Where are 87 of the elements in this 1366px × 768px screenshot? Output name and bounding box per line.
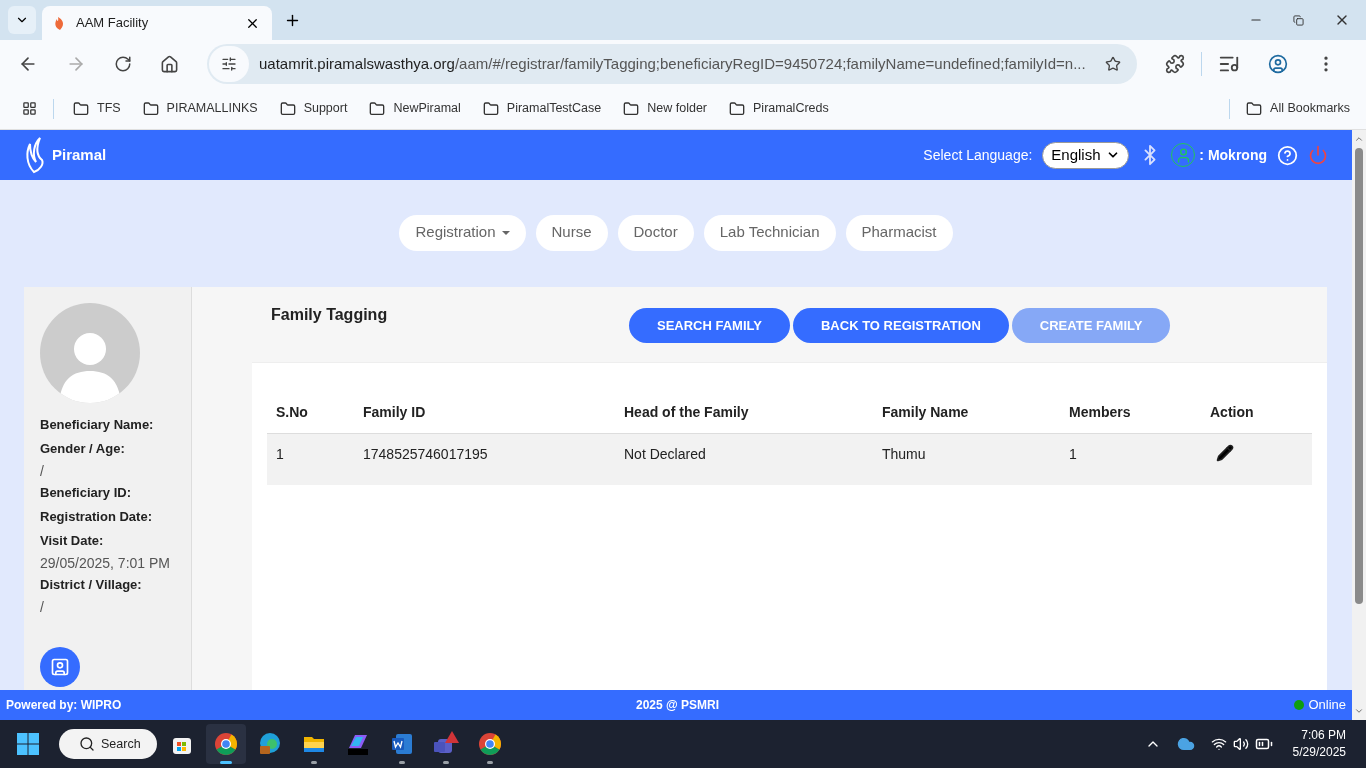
cloud-icon[interactable] [1176, 735, 1195, 753]
volume-icon[interactable] [1232, 736, 1249, 752]
sliders-icon [221, 56, 237, 72]
role-tab[interactable]: Registration [399, 214, 526, 251]
tab-title: AAM Facility [76, 14, 150, 33]
search-icon [79, 736, 95, 752]
field-label: Gender / Age: [40, 440, 126, 458]
extensions-icon[interactable] [1165, 54, 1185, 74]
word-icon [390, 732, 414, 756]
role-tab[interactable]: Nurse [535, 214, 608, 251]
column-header: Head of the Family [615, 393, 873, 433]
all-bookmarks-item[interactable]: All Bookmarks [1242, 99, 1354, 118]
folder-icon [623, 100, 640, 117]
edge-icon [258, 732, 282, 756]
restore-icon[interactable] [1293, 14, 1304, 26]
edit-icon[interactable] [1216, 443, 1234, 462]
table-cell: 1 [267, 433, 354, 485]
bookmark-item[interactable]: New folder [616, 99, 715, 118]
folder-icon [369, 100, 386, 117]
site-info-button[interactable] [209, 46, 249, 82]
field-label: District / Village: [40, 576, 143, 594]
action-button[interactable]: BACK TO REGISTRATION [793, 308, 1009, 343]
bookmark-item[interactable]: PIRAMALLINKS [135, 99, 265, 118]
column-header: Action [1201, 393, 1312, 433]
column-header: Family ID [354, 393, 615, 433]
contact-card-icon [50, 657, 70, 677]
piramal-logo: Piramal [24, 136, 107, 174]
profile-icon[interactable] [1268, 54, 1288, 74]
m365-icon [345, 732, 371, 756]
footer-copyright: 2025 @ PSMRI [636, 697, 720, 714]
page-title: Family Tagging [271, 305, 389, 325]
scroll-up-icon[interactable] [1354, 134, 1364, 144]
table-cell: Thumu [873, 433, 1060, 485]
flame-logo-icon [54, 16, 66, 30]
chrome-icon [478, 732, 502, 756]
field-label: Beneficiary ID: [40, 484, 133, 502]
clock[interactable]: 7:06 PM 5/29/2025 [1292, 727, 1346, 761]
language-label: Select Language: [923, 145, 1033, 165]
caret-icon [501, 230, 510, 235]
bookmark-star-icon[interactable] [1105, 56, 1121, 72]
wifi-icon[interactable] [1210, 736, 1227, 752]
action-button[interactable]: SEARCH FAMILY [629, 308, 790, 343]
taskbar-search[interactable]: Search [59, 729, 157, 759]
folder-icon [279, 100, 296, 117]
field-value: / [40, 598, 45, 617]
folder-icon [73, 100, 89, 117]
status-label: Online [1308, 696, 1346, 715]
profile-card-button[interactable] [40, 647, 80, 687]
bookmark-item[interactable]: NewPiramal [362, 99, 468, 118]
folder-icon [482, 100, 499, 117]
footer-credit: Powered by: WIPRO [6, 697, 123, 714]
bookmark-item[interactable]: TFS [66, 99, 128, 118]
user-name: : Mokrong [1199, 145, 1267, 165]
table-cell: Not Declared [615, 433, 873, 485]
column-header: Members [1060, 393, 1201, 433]
taskbar-app[interactable] [206, 724, 246, 764]
browser-tab[interactable]: AAM Facility [42, 6, 272, 40]
role-tab[interactable]: Lab Technician [703, 214, 836, 251]
scrollbar-thumb[interactable] [1355, 148, 1363, 604]
column-header: S.No [267, 393, 354, 433]
folder-icon [142, 100, 159, 117]
field-value: / [40, 462, 45, 481]
bookmark-item[interactable]: Support [272, 99, 355, 118]
help-icon[interactable] [1277, 144, 1298, 166]
field-label: Visit Date: [40, 532, 105, 550]
folder-icon [729, 100, 746, 117]
column-header: Family Name [873, 393, 1060, 433]
address-bar[interactable]: uatamrit.piramalswasthya.org/aam/#/registrar/familyTagging;beneficiaryRegID=9450724;familyName=undefined;familyId=n... [207, 44, 1137, 84]
bookmark-item[interactable]: PiramalCreds [722, 99, 836, 118]
language-select[interactable]: English [1042, 141, 1130, 169]
apps-grid-icon[interactable] [22, 101, 37, 116]
search-label: Search [101, 735, 141, 753]
table-cell: 1748525746017195 [354, 433, 615, 485]
chrome-icon [214, 732, 238, 756]
field-label: Registration Date: [40, 508, 153, 526]
home-icon[interactable] [160, 54, 179, 74]
reload-icon[interactable] [114, 55, 132, 73]
windows-start-icon[interactable] [16, 732, 40, 756]
url-text: uatamrit.piramalswasthya.org/aam/#/registrar/familyTagging;beneficiaryRegID=9450724;familyName=undefined;familyId=n... [259, 53, 1086, 74]
bookmark-item[interactable]: PiramalTestCase [475, 99, 609, 118]
role-tab[interactable]: Pharmacist [845, 214, 953, 251]
table-cell: 1 [1060, 433, 1201, 485]
scroll-down-icon[interactable] [1354, 706, 1364, 716]
folder-icon [1246, 100, 1263, 117]
role-tab[interactable]: Doctor [617, 214, 694, 251]
field-value: 29/05/2025, 7:01 PM [40, 554, 171, 573]
field-label: Beneficiary Name: [40, 416, 155, 434]
